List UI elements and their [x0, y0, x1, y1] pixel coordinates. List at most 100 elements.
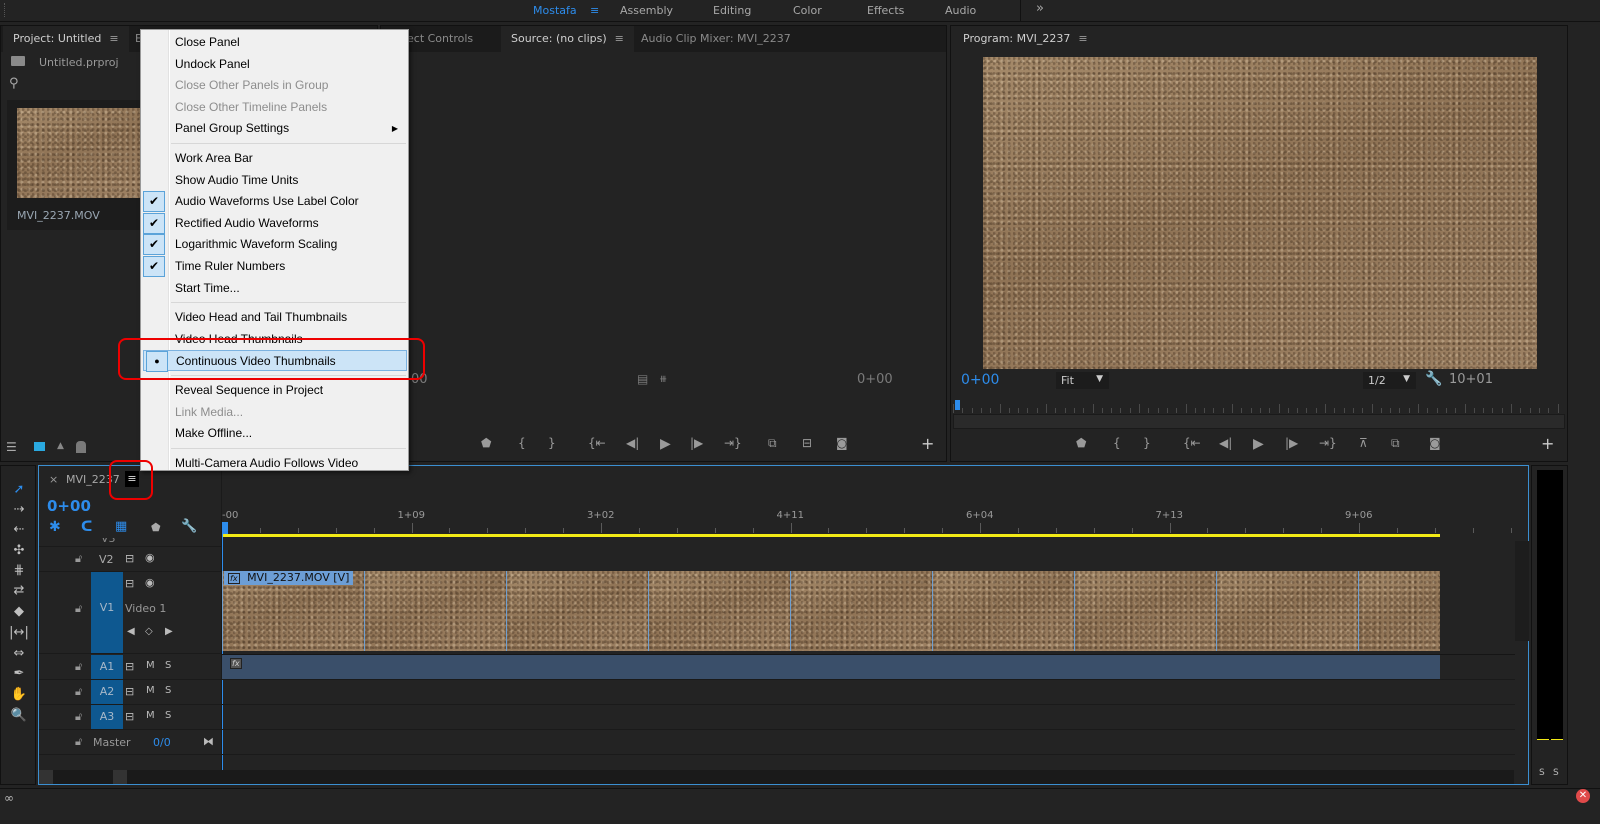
- zoom-level-select[interactable]: Fit ▼: [1056, 372, 1109, 389]
- slip-tool-icon[interactable]: |↔|: [9, 625, 29, 640]
- tab-effect-controls[interactable]: ect Controls: [397, 26, 483, 52]
- menu-item-work-area-bar[interactable]: Work Area Bar: [141, 148, 408, 169]
- workspace-overflow-icon[interactable]: »: [1036, 1, 1044, 16]
- drag-video-icon[interactable]: ▤: [637, 372, 648, 386]
- tab-project[interactable]: Project: Untitled ≡: [3, 26, 129, 52]
- mute-button[interactable]: M: [146, 660, 155, 671]
- drag-audio-icon[interactable]: ⧻: [659, 374, 667, 385]
- eye-icon[interactable]: ◉: [145, 576, 155, 589]
- media-item[interactable]: MVI_2237.MOV: [7, 100, 142, 230]
- overwrite-icon[interactable]: ⊟: [802, 436, 812, 450]
- track-target-a1[interactable]: A1: [91, 655, 123, 679]
- track-target-v1[interactable]: V1: [91, 572, 123, 653]
- wrench-icon[interactable]: 🔧: [1425, 371, 1442, 387]
- sync-lock-icon[interactable]: ⊟: [125, 710, 134, 723]
- menu-item-time-ruler-numbers[interactable]: ✔ Time Ruler Numbers: [141, 256, 408, 277]
- pen-tool-icon[interactable]: ✒: [9, 666, 29, 681]
- step-back-icon[interactable]: ◀|: [1219, 436, 1232, 450]
- razor-tool-icon[interactable]: ◆: [9, 604, 29, 619]
- mark-out-icon[interactable]: }: [548, 436, 556, 450]
- track-target-a2[interactable]: A2: [91, 680, 123, 704]
- menu-item-start-time[interactable]: Start Time...: [141, 278, 408, 299]
- sync-lock-icon[interactable]: ⊟: [125, 577, 134, 590]
- master-value[interactable]: 0/0: [153, 736, 171, 749]
- tab-program[interactable]: Program: MVI_2237 ≡: [953, 26, 1098, 52]
- workspace-color[interactable]: Color: [793, 4, 822, 17]
- previous-keyframe-icon[interactable]: ◀: [127, 626, 135, 637]
- track-name-v2[interactable]: V2: [99, 553, 114, 566]
- program-playhead-timecode[interactable]: 0+00: [961, 372, 999, 388]
- mute-button[interactable]: M: [146, 710, 155, 721]
- grip-handle[interactable]: [4, 3, 7, 17]
- program-playhead[interactable]: [955, 400, 960, 410]
- menu-item-audio-waveforms-use-label-color[interactable]: ✔ Audio Waveforms Use Label Color: [141, 191, 408, 213]
- creative-cloud-icon[interactable]: ∞: [4, 791, 14, 805]
- close-sequence-icon[interactable]: ×: [49, 473, 58, 486]
- workspace-menu-icon[interactable]: ≡: [590, 4, 599, 17]
- audio-clip[interactable]: fx: [222, 655, 1440, 679]
- slide-tool-icon[interactable]: ⇔: [9, 646, 29, 661]
- nest-toggle-icon[interactable]: ✱: [49, 519, 61, 535]
- go-to-out-icon[interactable]: ⇥}: [1319, 436, 1337, 450]
- timeline-timecode[interactable]: 0+00: [47, 497, 91, 515]
- add-keyframe-icon[interactable]: ◇: [145, 626, 153, 637]
- next-keyframe-icon[interactable]: ▶: [165, 626, 173, 637]
- export-frame-icon[interactable]: ◙: [836, 436, 848, 450]
- timeline-settings-icon[interactable]: 🔧: [181, 519, 197, 534]
- eye-icon[interactable]: ◉: [145, 551, 155, 564]
- mark-out-icon[interactable]: }: [1143, 436, 1151, 450]
- add-button-icon[interactable]: +: [1541, 434, 1554, 453]
- export-frame-icon[interactable]: ◙: [1429, 436, 1441, 450]
- solo-button[interactable]: S: [165, 685, 171, 696]
- menu-item-show-audio-time-units[interactable]: Show Audio Time Units: [141, 170, 408, 191]
- lock-icon[interactable]: 🔓︎: [75, 660, 82, 674]
- mark-in-icon[interactable]: {: [518, 436, 526, 450]
- timeline-horizontal-scrollbar[interactable]: [39, 770, 1514, 784]
- menu-item-make-offline[interactable]: Make Offline...: [141, 423, 408, 444]
- linked-selection-icon[interactable]: ▦: [115, 519, 127, 534]
- solo-right-button[interactable]: S: [1553, 768, 1559, 778]
- track-select-backward-icon[interactable]: ⇠: [9, 522, 29, 537]
- error-icon[interactable]: ✕: [1576, 789, 1590, 803]
- work-area-bar[interactable]: [222, 534, 1440, 537]
- go-to-out-icon[interactable]: ⇥}: [724, 436, 742, 450]
- workspace-effects[interactable]: Effects: [867, 4, 904, 17]
- snap-icon[interactable]: ᑕ: [81, 519, 92, 535]
- ripple-edit-tool-icon[interactable]: ✣: [9, 543, 29, 558]
- project-search-input[interactable]: ⚲: [7, 76, 147, 94]
- workspace-editing[interactable]: Editing: [713, 4, 751, 17]
- mute-button[interactable]: M: [146, 685, 155, 696]
- list-view-icon[interactable]: ☰: [6, 440, 17, 454]
- lock-icon[interactable]: 🔓︎: [75, 552, 82, 566]
- sync-lock-icon[interactable]: ⊟: [125, 685, 134, 698]
- step-forward-icon[interactable]: |▶: [1285, 436, 1298, 450]
- play-icon[interactable]: ▶: [1253, 436, 1264, 452]
- lock-icon[interactable]: 🔓︎: [75, 602, 82, 616]
- video-clip[interactable]: fx MVI_2237.MOV [V]: [222, 571, 1440, 651]
- menu-item-logarithmic-waveform-scaling[interactable]: ✔ Logarithmic Waveform Scaling: [141, 234, 408, 256]
- lift-icon[interactable]: ⊼: [1359, 436, 1368, 450]
- menu-item-multi-camera-audio-follows-video[interactable]: Multi-Camera Audio Follows Video: [141, 453, 408, 474]
- go-to-in-icon[interactable]: {⇤: [1183, 436, 1201, 450]
- menu-item-panel-group-settings[interactable]: Panel Group Settings ▶: [141, 118, 408, 139]
- program-zoom-scrollbar[interactable]: [953, 414, 1565, 429]
- solo-button[interactable]: S: [165, 710, 171, 721]
- menu-item-undock-panel[interactable]: Undock Panel: [141, 54, 408, 75]
- menu-item-reveal-sequence-in-project[interactable]: Reveal Sequence in Project: [141, 380, 408, 401]
- rate-stretch-tool-icon[interactable]: ⇄: [9, 583, 29, 598]
- panel-menu-icon[interactable]: ≡: [615, 32, 624, 45]
- mark-in-icon[interactable]: {: [1113, 436, 1121, 450]
- add-marker-icon[interactable]: ⬟: [1076, 436, 1086, 450]
- add-button-icon[interactable]: +: [921, 434, 934, 453]
- track-target-a3[interactable]: A3: [91, 705, 123, 729]
- step-back-icon[interactable]: ◀|: [626, 436, 639, 450]
- lock-icon[interactable]: 🔓︎: [75, 735, 82, 749]
- hand-tool-icon[interactable]: ✋: [9, 687, 29, 702]
- menu-item-rectified-audio-waveforms[interactable]: ✔ Rectified Audio Waveforms: [141, 212, 408, 234]
- zoom-tool-icon[interactable]: 🔍: [9, 708, 29, 723]
- program-time-ruler[interactable]: [953, 402, 1565, 414]
- add-marker-icon[interactable]: ⬟: [151, 521, 161, 534]
- play-icon[interactable]: ▶: [660, 436, 671, 452]
- timeline-track-area[interactable]: -00 1+09 3+02 4+11 6+04 7+13 9+06 fx MVI_2237.…: [221, 466, 1529, 770]
- selection-tool-icon[interactable]: ➚: [9, 482, 29, 497]
